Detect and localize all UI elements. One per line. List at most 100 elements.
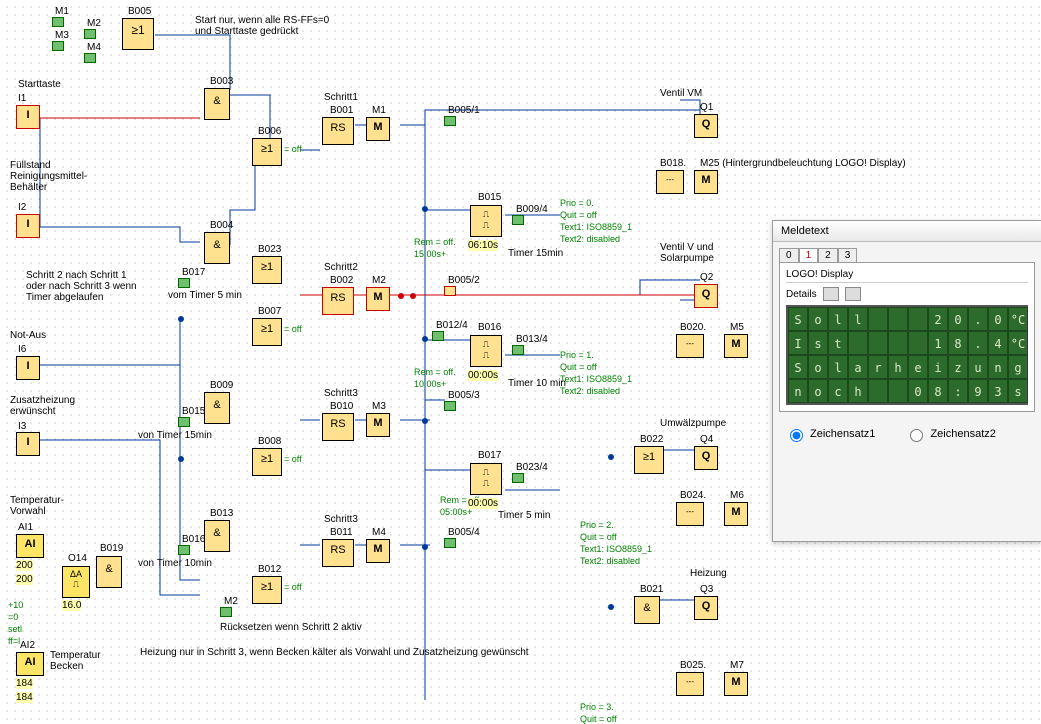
block-b024[interactable]: --- [676,502,704,526]
block-t3[interactable]: ⎍⎍ [470,463,502,495]
pin-b005-2[interactable] [444,286,456,296]
block-q3[interactable]: Q [694,596,718,620]
block-b018[interactable]: --- [656,170,684,194]
t3-name: Timer 5 min [498,510,550,521]
block-q4[interactable]: Q [694,446,718,470]
pin-m3[interactable] [52,41,64,51]
pin-b017[interactable] [178,278,190,288]
block-o14[interactable]: ΔA⎍ [62,566,90,598]
pin-b005-1[interactable] [444,116,456,126]
lbl-m3: M3 [55,30,69,41]
block-ai2[interactable]: AI [16,652,44,676]
block-i3[interactable]: I [16,432,40,456]
block-b005-or[interactable]: ≥1 [122,18,154,50]
block-b013[interactable]: & [204,520,230,552]
lbl-b005-1: B005/1 [448,105,480,116]
s3a-m: M3 [372,401,386,412]
pin-m2r[interactable] [220,607,232,617]
lbl-starttaste: Starttaste [18,79,61,90]
node [422,336,428,342]
block-b004[interactable]: & [204,232,230,264]
block-t2[interactable]: ⎍⎍ [470,335,502,367]
b024: B024. [680,490,706,501]
block-b008[interactable]: ≥1 [252,448,282,476]
lcd-grid: Soll20.0°CIst18.4°CSolarheizungnoch08:93… [786,305,1028,405]
lbl-b005-2: B005/2 [448,275,480,286]
panel-tabs: 0 1 2 3 [779,248,1035,262]
block-b019[interactable]: & [96,556,122,588]
q3-title: Heizung [690,568,727,579]
block-t1[interactable]: ⎍⎍ [470,205,502,237]
radio-charset2[interactable]: Zeichensatz2 [905,426,995,442]
block-i6[interactable]: I [16,356,40,380]
block-b007[interactable]: ≥1 [252,318,282,346]
t1-val: 06:10s [468,240,498,251]
t1-split: B009/4 [516,204,548,215]
radio-charset1[interactable]: Zeichensatz1 [785,426,875,442]
block-b006-or[interactable]: ≥1 [252,138,282,166]
pin-b016[interactable] [178,545,190,555]
block-rs4[interactable]: RS [322,539,354,567]
p2-quit: Quit = off [580,532,617,542]
ai2-v2: 184 [16,692,33,703]
block-m3[interactable]: M [366,413,390,437]
tab-3[interactable]: 3 [838,248,858,262]
lbl-fuell: Füllstand Reinigungsmittel- Behälter [10,160,87,193]
block-m4[interactable]: M [366,539,390,563]
tab-2[interactable]: 2 [818,248,838,262]
start-comment: Start nur, wenn alle RS-FFs=0 und Startt… [195,15,329,37]
block-m2[interactable]: M [366,287,390,311]
pin-b012-4[interactable] [432,331,444,341]
pin-m2[interactable] [84,29,96,39]
tab-1[interactable]: 1 [799,248,819,262]
block-i1[interactable]: I [16,105,40,129]
block-m6[interactable]: M [724,502,748,526]
lbl-i1: I1 [18,93,26,104]
block-b003[interactable]: & [204,88,230,120]
lbl-b016p: B016 [182,534,205,545]
pin-t3-split[interactable] [512,473,524,483]
pin-b005-3[interactable] [444,401,456,411]
t1-rem: Rem = off. [414,237,456,247]
b006-off: = off [284,144,302,154]
pin-b005-4[interactable] [444,538,456,548]
pin-b015[interactable] [178,417,190,427]
block-i2[interactable]: I [16,214,40,238]
block-m1[interactable]: M [366,117,390,141]
node [422,544,428,550]
block-rs2[interactable]: RS [322,287,354,315]
block-rs1[interactable]: RS [322,117,354,145]
block-m7[interactable]: M [724,672,748,696]
pin-m4[interactable] [84,53,96,63]
block-ai1[interactable]: AI [16,534,44,558]
panel-title: Meldetext [773,221,1041,242]
lbl-m1: M1 [55,6,69,17]
block-rs3[interactable]: RS [322,413,354,441]
t1-name: Timer 15min [508,248,563,259]
edit-icon[interactable] [823,287,839,301]
block-b023[interactable]: ≥1 [252,256,282,284]
block-b022[interactable]: ≥1 [634,446,664,474]
block-q1[interactable]: Q [694,114,718,138]
t2-b012: B012/4 [436,320,468,331]
lbl-b005: B005 [128,6,151,17]
block-b021[interactable]: & [634,596,660,624]
block-b025[interactable]: --- [676,672,704,696]
block-b020[interactable]: --- [676,334,704,358]
b012-off: = off [284,582,302,592]
block-m25[interactable]: M [694,170,718,194]
block-m5[interactable]: M [724,334,748,358]
toggle-icon[interactable] [845,287,861,301]
block-q2[interactable]: Q [694,284,718,308]
pin-t2-split[interactable] [512,345,524,355]
block-b012[interactable]: ≥1 [252,576,282,604]
b018: B018. [660,158,686,169]
pin-m1[interactable] [52,17,64,27]
p0-t2: Text2: disabled [560,234,620,244]
tab-0[interactable]: 0 [779,248,799,262]
node [178,316,184,322]
lbl-b007: B007 [258,306,281,317]
block-b009[interactable]: & [204,392,230,424]
pin-t1-split[interactable] [512,215,524,225]
m6: M6 [730,490,744,501]
